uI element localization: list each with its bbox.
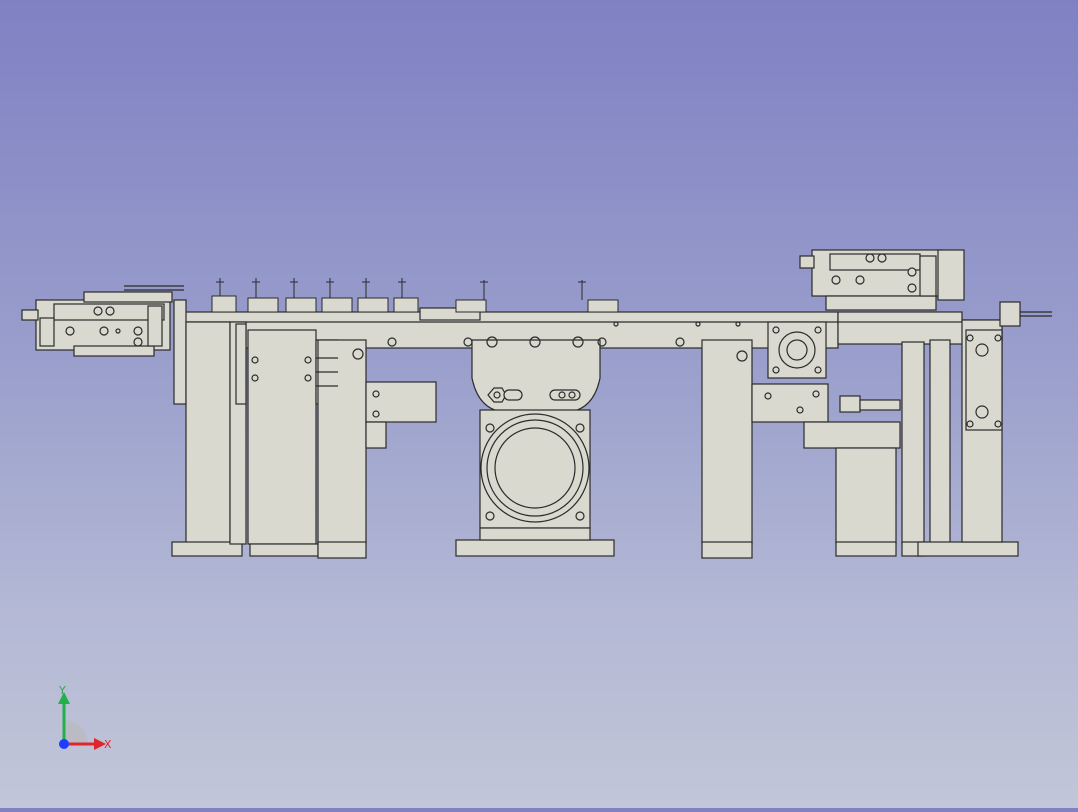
- z-axis-dot: [59, 739, 69, 749]
- triad-xy-plane: [64, 720, 88, 744]
- center-drive-unit: [455, 339, 615, 557]
- right-flange-unit: [751, 321, 901, 557]
- cad-viewport[interactable]: Y X: [0, 0, 1078, 808]
- center-right-leg: [701, 339, 753, 559]
- left-cylinder-unit: [21, 285, 184, 357]
- right-cylinder-unit: [799, 249, 965, 311]
- y-axis-label: Y: [58, 684, 66, 697]
- machine-assembly-model[interactable]: [0, 0, 1078, 808]
- top-clamps: [211, 278, 619, 313]
- axis-triad: Y X: [58, 684, 112, 751]
- x-axis-label: X: [104, 738, 112, 751]
